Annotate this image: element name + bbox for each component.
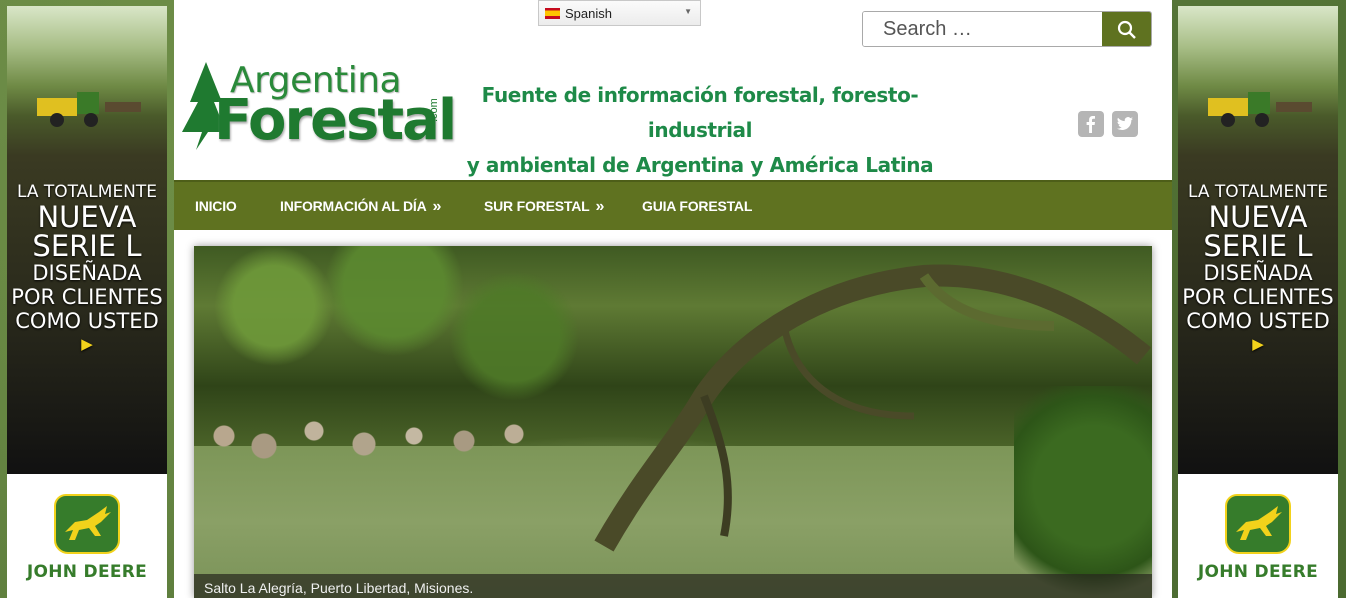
- twitter-icon: [1117, 117, 1133, 131]
- tagline-line-2: y ambiental de Argentina y América Latin…: [466, 153, 934, 177]
- side-ad-left[interactable]: LA TOTALMENTE NUEVA SERIE L DISEÑADA POR…: [7, 6, 167, 598]
- twitter-link[interactable]: [1112, 111, 1138, 137]
- nav-item-inicio[interactable]: INICIO: [195, 198, 237, 214]
- facebook-icon: [1086, 116, 1095, 133]
- site-tagline: Fuente de información forestal, foresto-…: [450, 78, 950, 183]
- ad-text: LA TOTALMENTE NUEVA SERIE L DISEÑADA POR…: [11, 182, 163, 353]
- submenu-arrow-icon: »: [595, 198, 605, 215]
- slider-photo-rocks: [194, 386, 554, 466]
- john-deere-deer-icon: [54, 494, 120, 554]
- side-ad-right[interactable]: LA TOTALMENTE NUEVA SERIE L DISEÑADA POR…: [1178, 6, 1338, 598]
- main-page: Spanish ▼ Argentina Forestal .com Fuente…: [174, 0, 1172, 598]
- play-arrow-icon: ▶: [81, 335, 93, 353]
- language-select[interactable]: Spanish ▼: [538, 0, 701, 26]
- slider-caption: Salto La Alegría, Puerto Libertad, Misio…: [194, 574, 1152, 598]
- ad-brand: JOHN DEERE: [7, 474, 167, 598]
- john-deere-deer-icon: [1225, 494, 1291, 554]
- search-input[interactable]: [863, 12, 1103, 46]
- logo-text-forestal: Forestal: [214, 88, 457, 153]
- nav-item-sur-forestal[interactable]: SUR FORESTAL»: [484, 198, 604, 216]
- submenu-arrow-icon: »: [432, 198, 442, 215]
- search-form: [862, 11, 1152, 47]
- play-arrow-icon: ▶: [1252, 335, 1264, 353]
- search-icon: [1117, 20, 1136, 39]
- nav-item-informacion-al-dia[interactable]: INFORMACIÓN AL DÍA»: [280, 198, 441, 216]
- ad-text: LA TOTALMENTE NUEVA SERIE L DISEÑADA POR…: [1182, 182, 1334, 353]
- slider-photo-branch: [594, 264, 1152, 552]
- tagline-line-1: Fuente de información forestal, foresto-…: [481, 83, 919, 142]
- language-selected: Spanish: [565, 6, 612, 21]
- ad-brand: JOHN DEERE: [1178, 474, 1338, 598]
- logo-text-com: .com: [428, 98, 440, 122]
- facebook-link[interactable]: [1078, 111, 1104, 137]
- chevron-down-icon: ▼: [684, 7, 692, 16]
- main-nav: INICIO INFORMACIÓN AL DÍA» SUR FORESTAL»…: [174, 180, 1172, 230]
- nav-item-guia-forestal[interactable]: GUIA FORESTAL: [642, 198, 752, 214]
- site-logo[interactable]: Argentina Forestal .com: [174, 60, 457, 155]
- brand-name: JOHN DEERE: [1197, 562, 1319, 582]
- image-slider[interactable]: Salto La Alegría, Puerto Libertad, Misio…: [194, 246, 1152, 598]
- spain-flag-icon: [545, 8, 560, 19]
- search-button[interactable]: [1102, 12, 1151, 46]
- brand-name: JOHN DEERE: [26, 562, 148, 582]
